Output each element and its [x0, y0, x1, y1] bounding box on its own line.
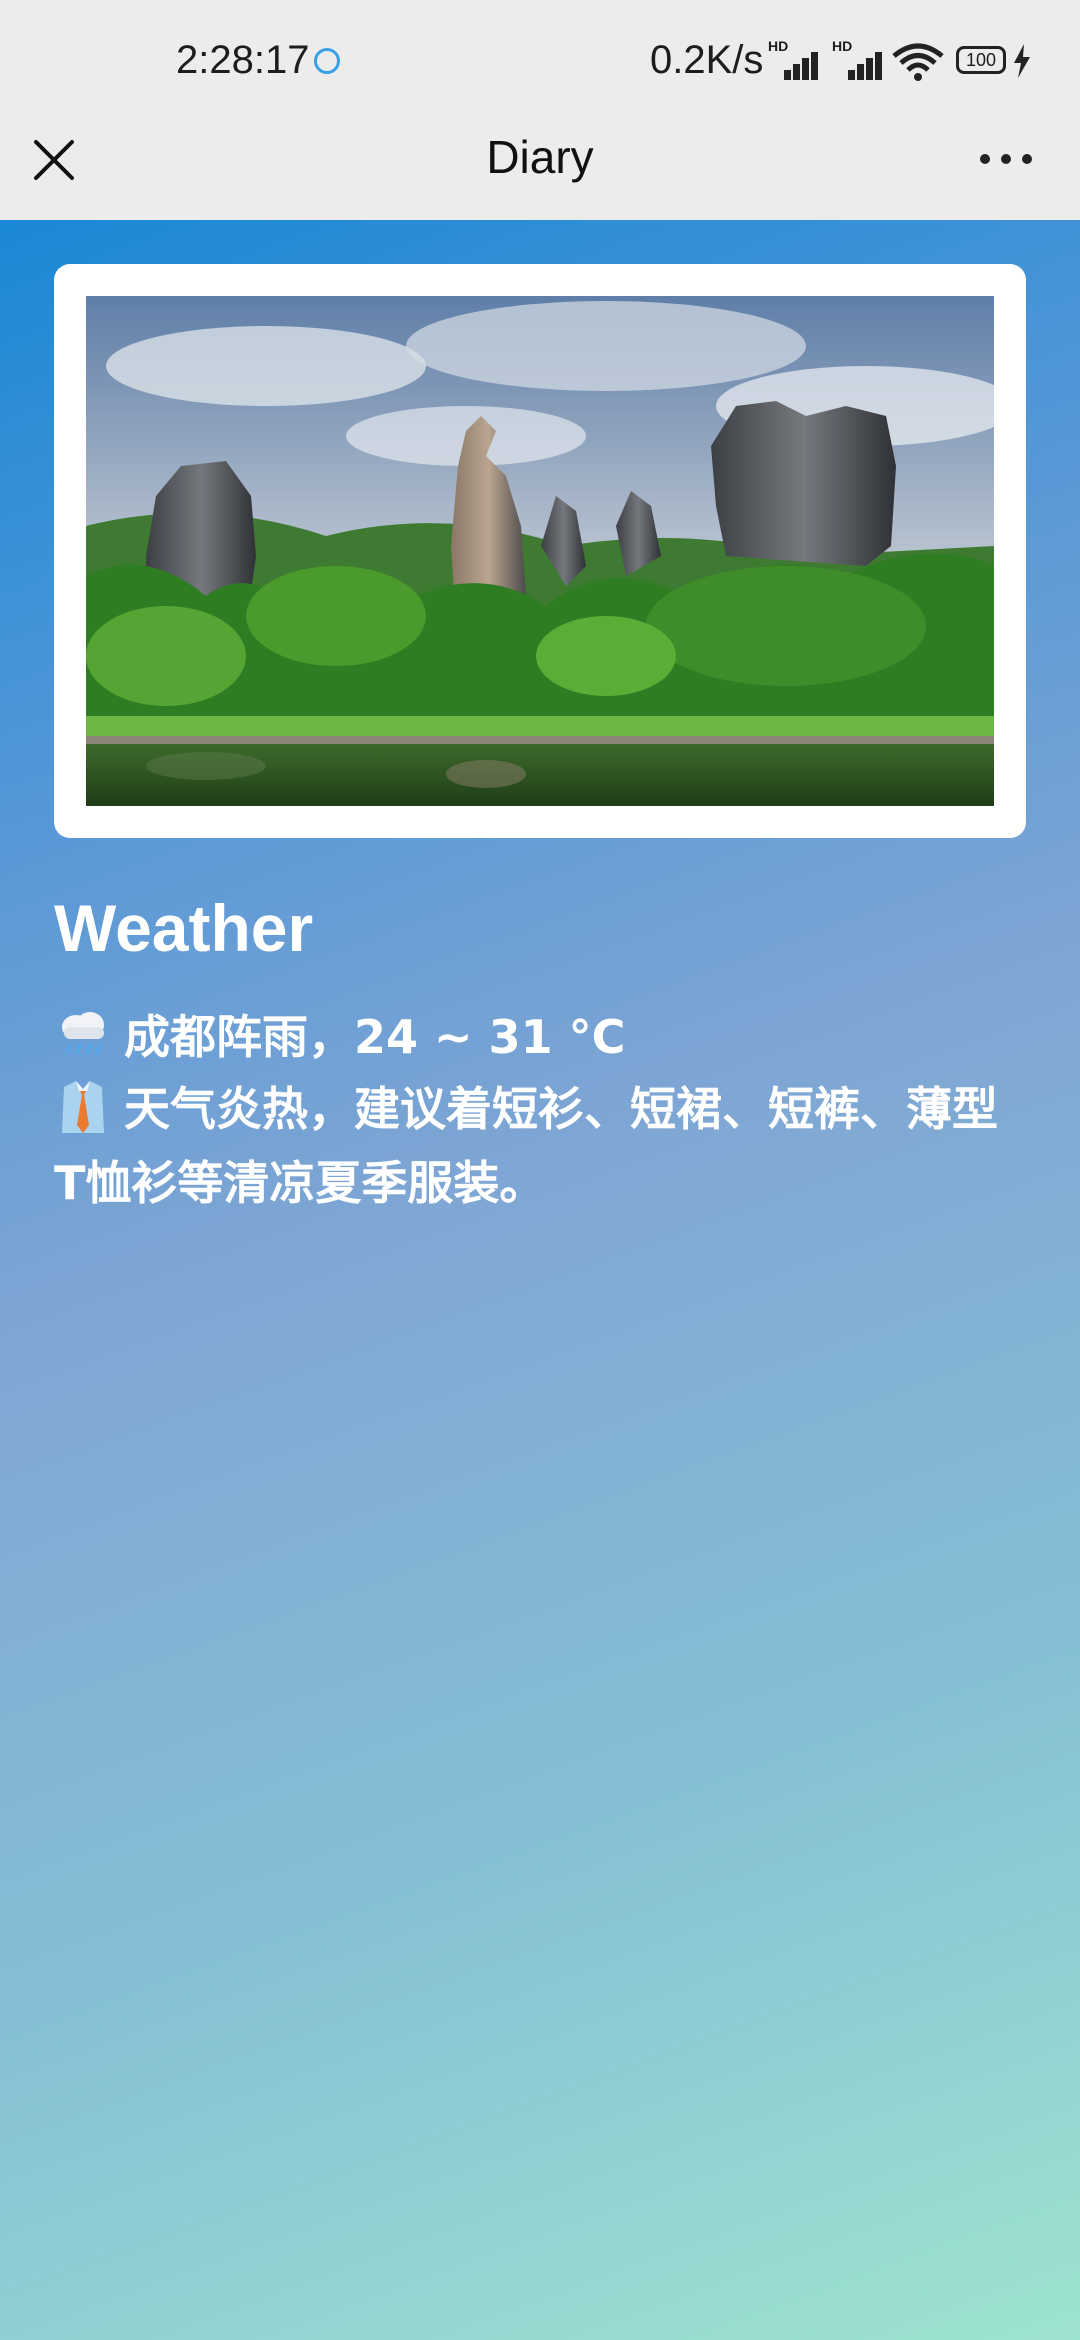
- diary-content: Weather 成都阵雨，24 ~ 31 °C 天气炎热，建议着短衫、短裙、短裤…: [0, 220, 1080, 2340]
- charging-icon: [1014, 44, 1030, 78]
- status-bar: 2:28:17 0.2K/s HD HD 100: [0, 0, 1080, 120]
- photo-card: [54, 264, 1026, 838]
- nav-bar: Diary: [0, 120, 1080, 220]
- signal-icon: HD: [768, 38, 818, 80]
- weather-heading: Weather: [54, 891, 314, 965]
- rain-cloud-icon: [62, 1012, 104, 1055]
- wifi-icon: [892, 43, 944, 81]
- network-speed: 0.2K/s: [650, 38, 764, 82]
- weather-advice: 天气炎热，建议着短衫、短裙、短裤、薄型T恤衫等清凉夏季服装。: [54, 1072, 1024, 1220]
- battery-icon: 100: [956, 46, 1006, 74]
- weather-forecast: 成都阵雨，24 ~ 31 °C: [54, 1000, 1024, 1074]
- landscape-photo[interactable]: [86, 296, 994, 806]
- status-time: 2:28:17: [176, 38, 310, 82]
- signal-icon: HD: [832, 38, 882, 80]
- more-options-button[interactable]: [976, 142, 1036, 178]
- notification-icon: [314, 48, 340, 74]
- page-title: Diary: [486, 131, 594, 183]
- shirt-tie-icon: [62, 1081, 104, 1133]
